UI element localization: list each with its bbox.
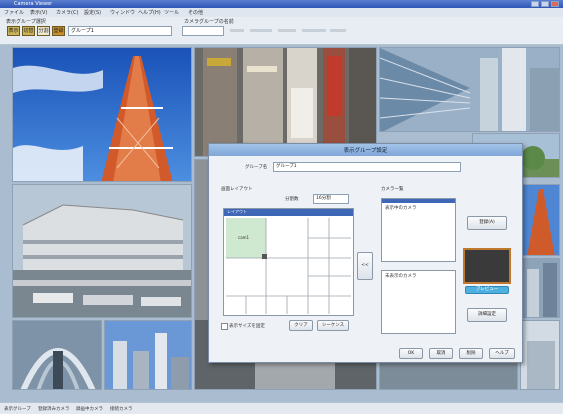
cancel-button[interactable]: 取消: [429, 348, 453, 359]
toolbar-button-split[interactable]: 分割: [37, 26, 50, 36]
camera-view-2[interactable]: [194, 47, 377, 157]
split-select[interactable]: 16分割: [313, 194, 349, 204]
status-bar: 表示グループ 登録済みカメラ 録画中カメラ 接続カメラ: [0, 402, 563, 414]
glass-roof-image: [380, 48, 559, 131]
status-item-recording: 録画中カメラ: [76, 407, 103, 412]
move-camera-button[interactable]: <<: [357, 252, 373, 280]
displayed-camera-list[interactable]: 表示中のカメラ: [381, 198, 456, 262]
delete-button[interactable]: 削除: [459, 348, 483, 359]
title-bar: Camera Viewer: [0, 0, 563, 8]
ok-button[interactable]: OK: [399, 348, 423, 359]
camera-list-label: カメラ一覧: [381, 187, 404, 192]
maximize-button[interactable]: [541, 1, 549, 7]
group-select-label: 表示グループ選択: [6, 19, 46, 25]
menu-item-window[interactable]: ウィンドウ: [110, 9, 135, 16]
status-item-group: 表示グループ: [4, 407, 31, 412]
dialog-title: 表示グループ設定: [343, 148, 388, 154]
toolbar-button-switch[interactable]: 切替: [22, 26, 35, 36]
hidden-camera-list[interactable]: 未表示のカメラ: [381, 270, 456, 334]
camera-view-6[interactable]: [520, 184, 560, 256]
corner-building-image: [521, 321, 559, 389]
help-button[interactable]: ヘルプ: [489, 348, 515, 359]
camera-view-1[interactable]: [12, 47, 192, 182]
layout-label: 画面レイアウト: [221, 187, 253, 192]
settings-button[interactable]: 詳細設定: [467, 308, 507, 322]
menu-item-settings[interactable]: 設定(S): [84, 9, 101, 16]
toolbar-button-register[interactable]: 登録: [52, 26, 65, 36]
street-signs-image: [195, 48, 376, 156]
camera-view-7[interactable]: [520, 258, 560, 318]
menu-item-camera[interactable]: カメラ(C): [56, 9, 78, 16]
close-button[interactable]: [551, 1, 559, 7]
register-button[interactable]: 登録(A): [467, 216, 507, 230]
layout-grid-lines: [226, 218, 351, 314]
skyline-image: [105, 321, 191, 389]
preview-pane: [463, 248, 511, 284]
menu-item-help[interactable]: ヘルプ(H): [138, 9, 161, 16]
status-item-registered: 登録済みカメラ: [38, 407, 70, 412]
layout-grid: レイアウト cam1: [223, 208, 354, 316]
camera-view-12[interactable]: [520, 320, 560, 390]
camera-view-5[interactable]: [12, 184, 192, 318]
fixed-size-label: 表示サイズを固定: [229, 324, 265, 329]
group-name-label: グループ名: [245, 165, 268, 170]
displayed-camera-list-selection: [382, 199, 455, 203]
menu-item-view[interactable]: 表示(V): [30, 9, 47, 16]
group-settings-dialog: 表示グループ設定 グループ名 グループ1 画面レイアウト 分割数 16分割 レイ…: [208, 143, 523, 363]
camera-view-9[interactable]: [104, 320, 192, 390]
split-label: 分割数: [285, 197, 299, 202]
app-window: Camera Viewer ファイル 表示(V) カメラ(C) 設定(S) ウィ…: [0, 0, 563, 414]
toolbar-button-display[interactable]: 表示: [7, 26, 20, 36]
status-item-connected: 接続カメラ: [110, 407, 133, 412]
group-name-field[interactable]: グループ1: [273, 162, 461, 172]
menu-item-tools[interactable]: ツール: [164, 9, 179, 16]
toolbar: 表示グループ選択 表示 切替 分割 登録 グループ1 カメラグループの名前: [0, 17, 563, 45]
minimize-button[interactable]: [531, 1, 539, 7]
camera-view-3[interactable]: [379, 47, 560, 132]
preview-button[interactable]: プレビュー: [465, 286, 509, 294]
camera-group-label: カメラグループの名前: [184, 19, 234, 25]
layout-grid-header-label: レイアウト: [227, 209, 247, 214]
building-small-image: [521, 259, 559, 317]
station-image: [13, 185, 191, 317]
camera-group-field[interactable]: [182, 26, 224, 36]
menu-bar: ファイル 表示(V) カメラ(C) 設定(S) ウィンドウ ヘルプ(H) ツール…: [0, 8, 563, 17]
dialog-title-bar: 表示グループ設定: [209, 144, 522, 156]
fixed-size-checkbox[interactable]: [221, 323, 228, 330]
displayed-camera-list-label: 表示中のカメラ: [385, 206, 417, 211]
menu-item-other[interactable]: その他: [188, 9, 203, 16]
window-title: Camera Viewer: [14, 1, 53, 7]
clear-button[interactable]: クリア: [289, 320, 313, 331]
group-select-field[interactable]: グループ1: [68, 26, 172, 36]
tower-small-image: [521, 185, 559, 255]
layout-grid-canvas[interactable]: cam1: [226, 218, 351, 314]
layout-grid-header: レイアウト: [224, 209, 353, 216]
toolbar-faint-icons: [230, 29, 346, 32]
camera-view-8[interactable]: [12, 320, 102, 390]
menu-item-file[interactable]: ファイル: [4, 9, 24, 16]
escalator-image: [13, 321, 101, 389]
hidden-camera-list-label: 未表示のカメラ: [385, 274, 417, 279]
tokyo-tower-image: [13, 48, 191, 181]
sequence-button[interactable]: シーケンス: [317, 320, 349, 331]
